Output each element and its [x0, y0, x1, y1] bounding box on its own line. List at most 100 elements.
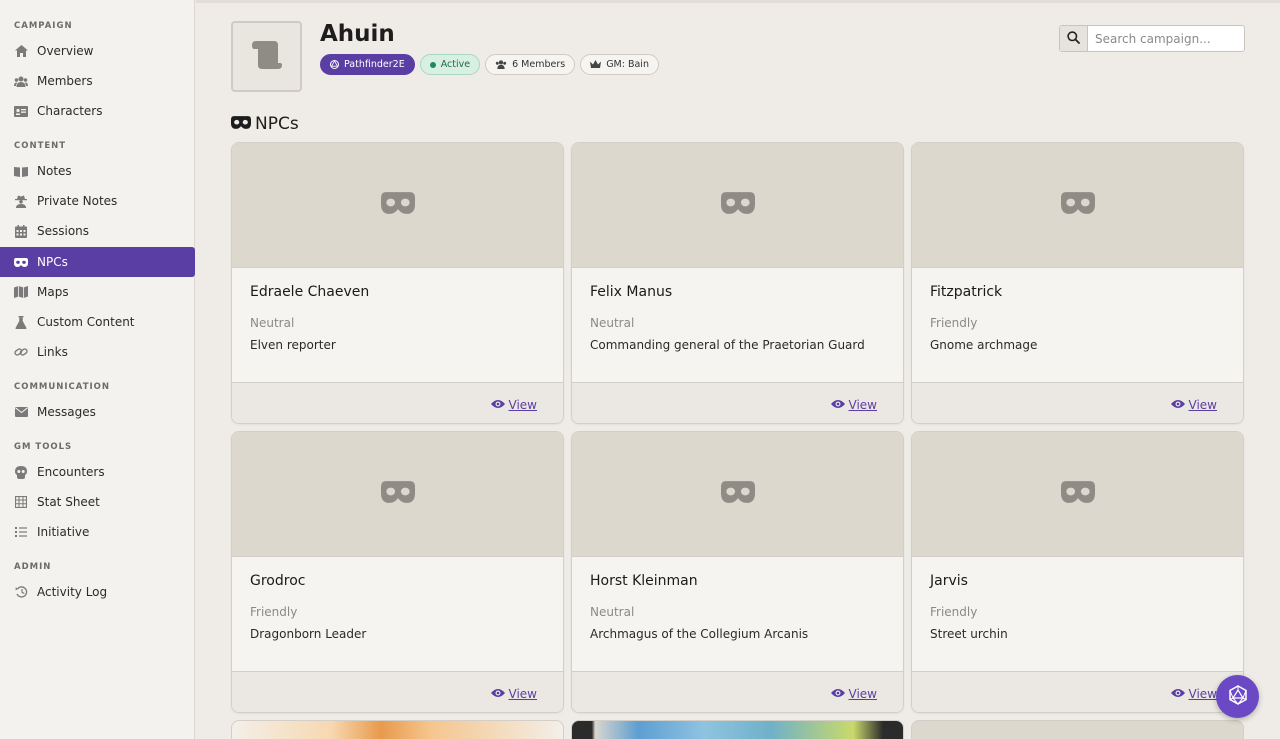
- npc-name: Grodroc: [250, 573, 306, 589]
- npc-card-partial[interactable]: [911, 720, 1244, 739]
- section-label-gm-tools: GM TOOLS: [14, 442, 73, 452]
- sidebar-item-activity-log[interactable]: Activity Log: [0, 577, 195, 607]
- eye-icon: [1170, 398, 1185, 412]
- sidebar-item-sessions[interactable]: Sessions: [0, 216, 195, 246]
- home-icon: [14, 44, 28, 58]
- sidebar-item-encounters[interactable]: Encounters: [0, 457, 195, 487]
- sidebar-item-label: Notes: [37, 164, 72, 178]
- gm-badge-label: GM: Bain: [606, 59, 649, 70]
- status-badge: Active: [419, 54, 481, 75]
- table-icon: [14, 495, 28, 509]
- card-footer: View: [912, 671, 1243, 712]
- status-badge-label: Active: [440, 59, 471, 70]
- view-link[interactable]: View: [490, 398, 537, 412]
- sidebar-item-initiative[interactable]: Initiative: [0, 517, 195, 547]
- npc-image-placeholder: [232, 432, 563, 557]
- sidebar-item-overview[interactable]: Overview: [0, 36, 195, 66]
- view-link[interactable]: View: [830, 687, 877, 701]
- npc-card[interactable]: Felix Manus Neutral Commanding general o…: [571, 142, 904, 424]
- search-box: [1059, 25, 1245, 52]
- eye-icon: [490, 398, 505, 412]
- view-link[interactable]: View: [1170, 687, 1217, 701]
- npc-disposition: Friendly: [930, 316, 978, 330]
- system-badge-label: Pathfinder2E: [344, 59, 405, 70]
- section-label-admin: ADMIN: [14, 562, 52, 572]
- user-secret-icon: [14, 194, 28, 208]
- scroll-icon: [251, 40, 282, 73]
- view-label: View: [1188, 398, 1217, 412]
- npc-name: Edraele Chaeven: [250, 284, 370, 300]
- view-link[interactable]: View: [490, 687, 537, 701]
- npc-disposition: Friendly: [930, 605, 978, 619]
- npc-name: Jarvis: [930, 573, 968, 589]
- sidebar: CAMPAIGN Overview Members Characters CON…: [0, 0, 195, 739]
- npc-card[interactable]: Jarvis Friendly Street urchin View: [911, 431, 1244, 713]
- sidebar-item-label: Characters: [37, 104, 103, 118]
- npc-card[interactable]: Grodroc Friendly Dragonborn Leader View: [231, 431, 564, 713]
- sidebar-item-label: Maps: [37, 285, 69, 299]
- sidebar-item-private-notes[interactable]: Private Notes: [0, 186, 195, 216]
- system-badge: Pathfinder2E: [320, 54, 415, 75]
- npc-card[interactable]: Fitzpatrick Friendly Gnome archmage View: [911, 142, 1244, 424]
- sidebar-item-label: Messages: [37, 405, 96, 419]
- mask-icon: [720, 192, 755, 218]
- npc-description: Archmagus of the Collegium Arcanis: [590, 627, 809, 641]
- sidebar-item-custom-content[interactable]: Custom Content: [0, 307, 195, 337]
- npc-image-placeholder: [232, 143, 563, 268]
- mask-icon: [1060, 192, 1095, 218]
- eye-icon: [830, 687, 845, 701]
- mask-icon: [720, 481, 755, 507]
- history-icon: [14, 585, 28, 599]
- npc-description: Commanding general of the Praetorian Gua…: [590, 338, 865, 352]
- link-icon: [14, 345, 28, 359]
- npc-description: Dragonborn Leader: [250, 627, 367, 641]
- dice-roller-button[interactable]: [1216, 675, 1259, 718]
- sidebar-item-characters[interactable]: Characters: [0, 96, 195, 126]
- npc-disposition: Neutral: [590, 316, 635, 330]
- npc-image-placeholder: [572, 432, 903, 557]
- sidebar-item-members[interactable]: Members: [0, 66, 195, 96]
- sidebar-item-label: Sessions: [37, 224, 90, 238]
- section-label-content: CONTENT: [14, 141, 67, 151]
- card-footer: View: [232, 671, 563, 712]
- sidebar-item-label: Members: [37, 74, 93, 88]
- eye-icon: [490, 687, 505, 701]
- id-card-icon: [14, 104, 28, 118]
- sidebar-item-stat-sheet[interactable]: Stat Sheet: [0, 487, 195, 517]
- npc-name: Felix Manus: [590, 284, 673, 300]
- campaign-badges: Pathfinder2E Active 6 Members GM: Bain: [320, 54, 659, 75]
- sidebar-item-maps[interactable]: Maps: [0, 277, 195, 307]
- sidebar-item-npcs[interactable]: NPCs: [0, 247, 195, 277]
- card-footer: View: [912, 382, 1243, 423]
- card-footer: View: [572, 671, 903, 712]
- view-label: View: [508, 687, 537, 701]
- npc-name: Fitzpatrick: [930, 284, 1003, 300]
- npc-card-partial[interactable]: [231, 720, 564, 739]
- npc-card[interactable]: Edraele Chaeven Neutral Elven reporter V…: [231, 142, 564, 424]
- sidebar-item-notes[interactable]: Notes: [0, 156, 195, 186]
- gm-badge: GM: Bain: [580, 54, 659, 75]
- search-button[interactable]: [1060, 26, 1088, 51]
- sidebar-item-messages[interactable]: Messages: [0, 397, 195, 427]
- search-input[interactable]: [1088, 26, 1244, 51]
- top-shadow: [196, 0, 1280, 3]
- card-footer: View: [572, 382, 903, 423]
- sidebar-item-label: Stat Sheet: [37, 495, 100, 509]
- view-label: View: [848, 398, 877, 412]
- sidebar-item-links[interactable]: Links: [0, 337, 195, 367]
- sidebar-item-label: Activity Log: [37, 585, 108, 599]
- section-label-communication: COMMUNICATION: [14, 382, 111, 392]
- sidebar-item-label: Overview: [37, 44, 94, 58]
- npc-image-placeholder: [912, 432, 1243, 557]
- view-link[interactable]: View: [1170, 398, 1217, 412]
- mask-icon: [231, 114, 251, 134]
- section-title: NPCs: [255, 114, 299, 134]
- users-icon: [14, 74, 28, 88]
- npc-card[interactable]: Horst Kleinman Neutral Archmagus of the …: [571, 431, 904, 713]
- npc-card-partial[interactable]: [571, 720, 904, 739]
- view-label: View: [1188, 687, 1217, 701]
- d20-icon: [330, 60, 339, 69]
- eye-icon: [830, 398, 845, 412]
- view-link[interactable]: View: [830, 398, 877, 412]
- status-dot-icon: [429, 61, 436, 68]
